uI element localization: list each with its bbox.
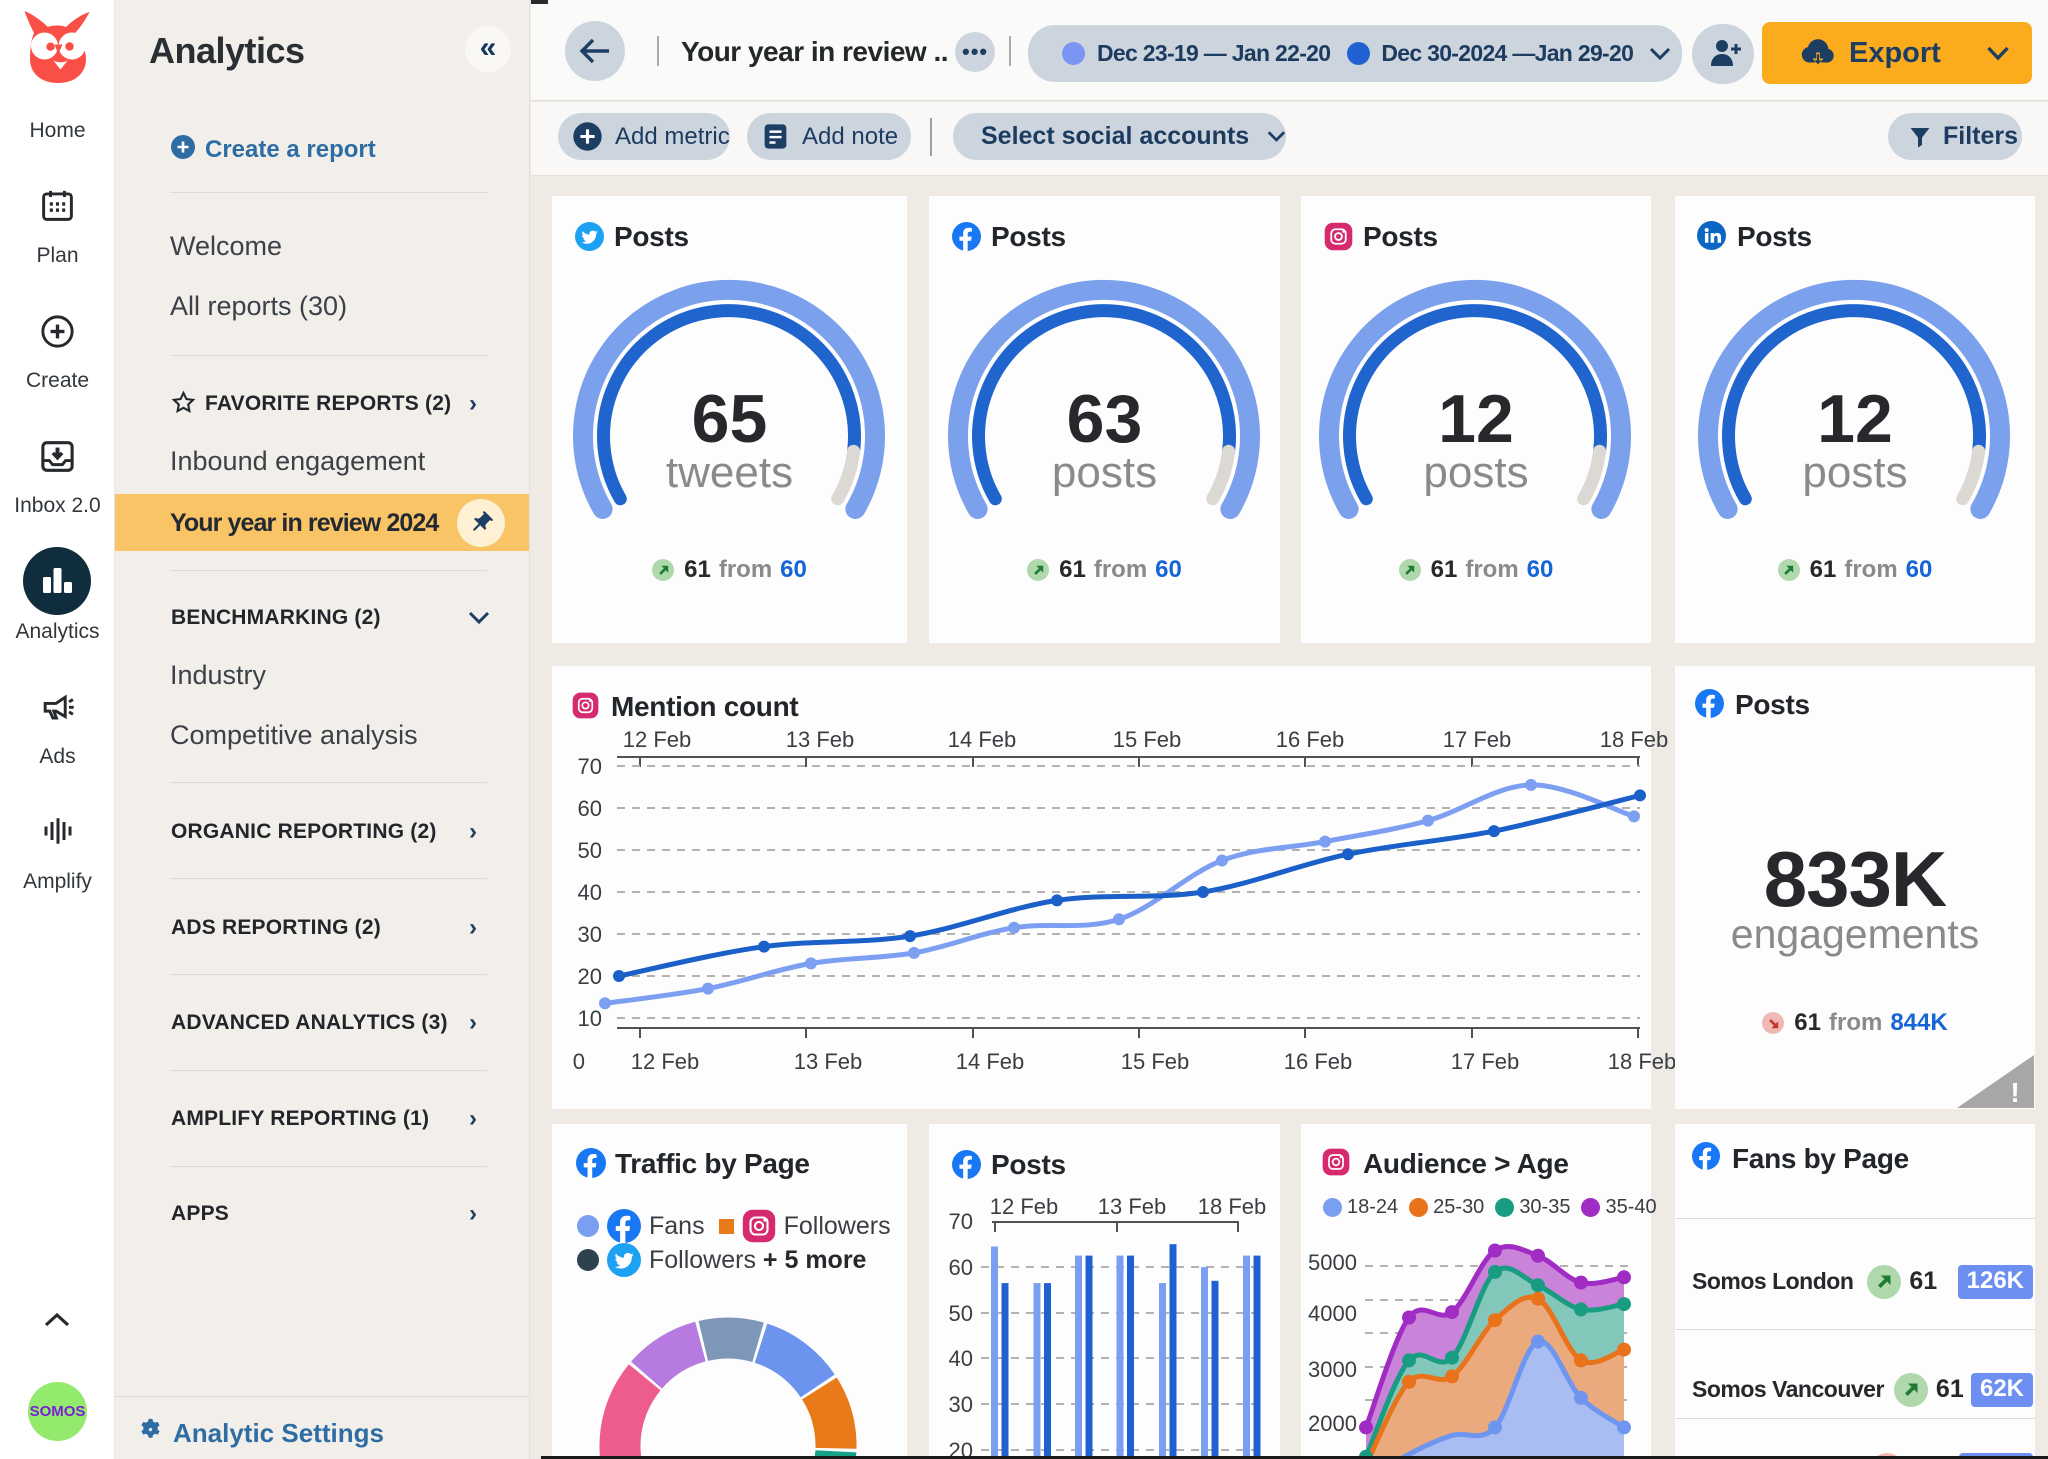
svg-text:17 Feb: 17 Feb (1443, 727, 1512, 752)
svg-text:18 Feb: 18 Feb (1198, 1194, 1267, 1219)
svg-text:50: 50 (949, 1301, 973, 1326)
svg-text:60: 60 (578, 796, 602, 821)
svg-text:30: 30 (949, 1392, 973, 1417)
svg-text:5000: 5000 (1308, 1250, 1357, 1275)
svg-text:40: 40 (578, 880, 602, 905)
svg-text:40: 40 (949, 1346, 973, 1371)
svg-text:18 Feb: 18 Feb (1600, 727, 1669, 752)
svg-text:2000: 2000 (1308, 1411, 1357, 1436)
svg-text:60: 60 (949, 1255, 973, 1280)
svg-text:15 Feb: 15 Feb (1113, 727, 1182, 752)
svg-text:17 Feb: 17 Feb (1451, 1049, 1520, 1074)
svg-text:13 Feb: 13 Feb (794, 1049, 863, 1074)
svg-text:10: 10 (578, 1006, 602, 1031)
svg-text:18 Feb: 18 Feb (1608, 1049, 1677, 1074)
svg-text:15 Feb: 15 Feb (1121, 1049, 1190, 1074)
svg-text:!: ! (2010, 1077, 2019, 1108)
svg-text:12 Feb: 12 Feb (990, 1194, 1059, 1219)
svg-text:13 Feb: 13 Feb (786, 727, 855, 752)
svg-text:12 Feb: 12 Feb (631, 1049, 700, 1074)
svg-text:12 Feb: 12 Feb (623, 727, 692, 752)
svg-text:14 Feb: 14 Feb (948, 727, 1017, 752)
svg-text:20: 20 (578, 964, 602, 989)
svg-text:3000: 3000 (1308, 1357, 1357, 1382)
svg-text:4000: 4000 (1308, 1301, 1357, 1326)
svg-text:14 Feb: 14 Feb (956, 1049, 1025, 1074)
svg-text:0: 0 (573, 1049, 585, 1074)
svg-text:70: 70 (578, 754, 602, 779)
svg-text:16 Feb: 16 Feb (1276, 727, 1345, 752)
svg-text:16 Feb: 16 Feb (1284, 1049, 1353, 1074)
svg-text:50: 50 (578, 838, 602, 863)
svg-text:13 Feb: 13 Feb (1098, 1194, 1167, 1219)
svg-text:70: 70 (949, 1209, 973, 1234)
svg-text:30: 30 (578, 922, 602, 947)
